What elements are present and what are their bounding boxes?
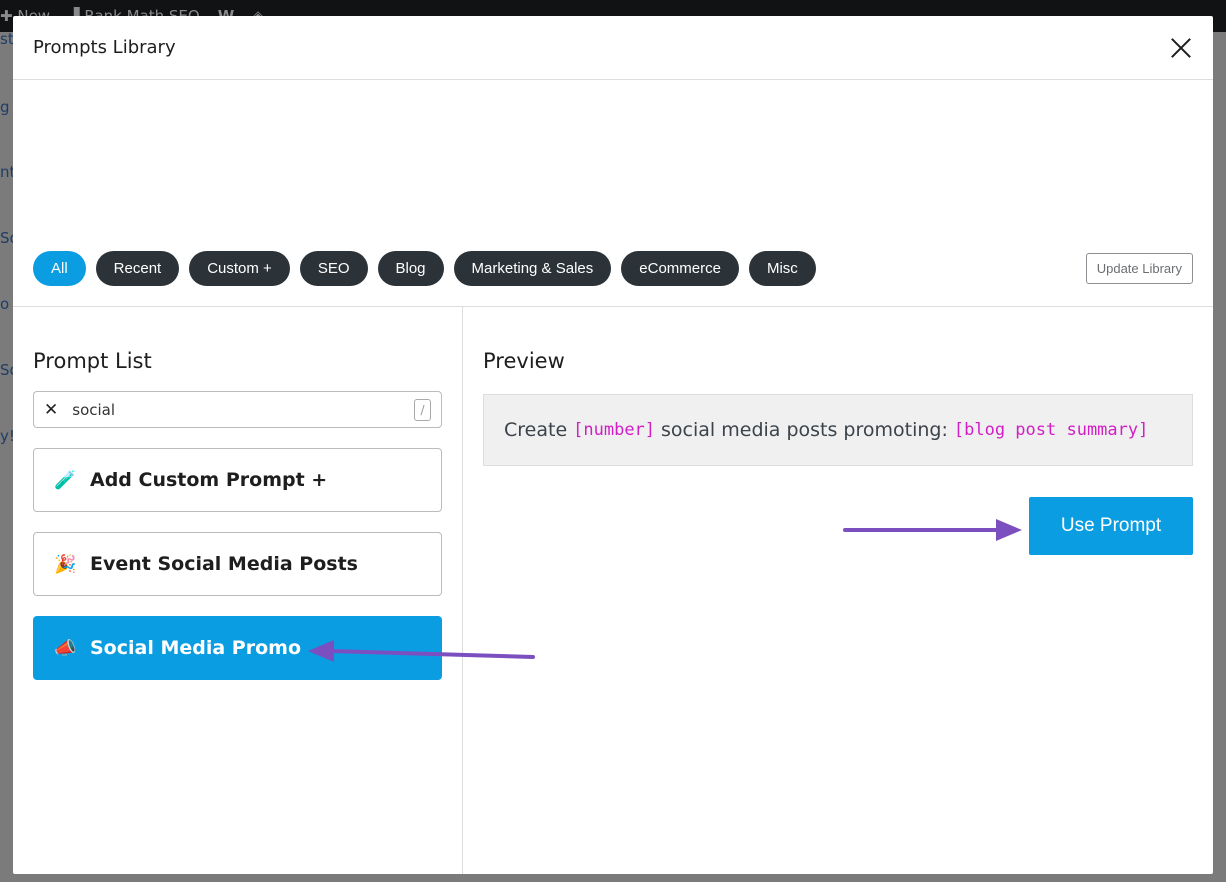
category-marketing-sales[interactable]: Marketing & Sales xyxy=(453,251,612,286)
prompt-list-heading: Prompt List xyxy=(33,349,152,373)
category-seo[interactable]: SEO xyxy=(299,251,368,286)
category-ecommerce[interactable]: eCommerce xyxy=(621,251,739,286)
close-icon[interactable] xyxy=(1169,36,1193,60)
bg-text: o xyxy=(0,295,10,313)
prompts-library-modal: Prompts Library All Recent Custom + SEO … xyxy=(13,16,1213,874)
category-recent[interactable]: Recent xyxy=(95,251,180,286)
shortcut-hint: / xyxy=(414,398,431,421)
category-custom[interactable]: Custom + xyxy=(189,251,290,286)
item-label: Add Custom Prompt + xyxy=(90,469,328,491)
test-tube-icon: 🧪 xyxy=(54,469,77,491)
item-label: Social Media Promo xyxy=(90,637,302,659)
category-blog[interactable]: Blog xyxy=(377,251,444,286)
update-library-button[interactable]: Update Library xyxy=(1085,253,1193,284)
preview-panel: Preview Create [number] social media pos… xyxy=(483,307,1193,555)
preview-variable: [blog post summary] xyxy=(953,420,1149,440)
megaphone-icon: 📣 xyxy=(54,637,77,659)
search-input[interactable] xyxy=(72,400,400,419)
category-all[interactable]: All xyxy=(33,251,86,286)
preview-box: Create [number] social media posts promo… xyxy=(483,394,1193,466)
use-prompt-button[interactable]: Use Prompt xyxy=(1029,497,1193,555)
preview-heading: Preview xyxy=(483,349,565,373)
add-custom-prompt-item[interactable]: 🧪 Add Custom Prompt + xyxy=(33,448,442,512)
category-misc[interactable]: Misc xyxy=(748,251,816,286)
prompt-search: ✕ / xyxy=(33,391,442,428)
preview-text: Create xyxy=(504,419,568,441)
prompt-item-social-media-promo[interactable]: 📣 Social Media Promo xyxy=(33,616,442,680)
party-popper-icon: 🎉 xyxy=(54,553,77,575)
prompt-list-panel: Prompt List ✕ / 🧪 Add Custom Prompt + 🎉 … xyxy=(13,307,463,874)
preview-text: social media posts promoting: xyxy=(661,419,948,441)
item-label: Event Social Media Posts xyxy=(90,553,358,575)
modal-title: Prompts Library xyxy=(33,37,176,58)
preview-variable: [number] xyxy=(573,420,656,440)
clear-search-icon[interactable]: ✕ xyxy=(44,400,58,420)
category-filters: All Recent Custom + SEO Blog Marketing &… xyxy=(33,251,1193,286)
prompt-item-event-social[interactable]: 🎉 Event Social Media Posts xyxy=(33,532,442,596)
modal-header: Prompts Library xyxy=(13,16,1213,80)
